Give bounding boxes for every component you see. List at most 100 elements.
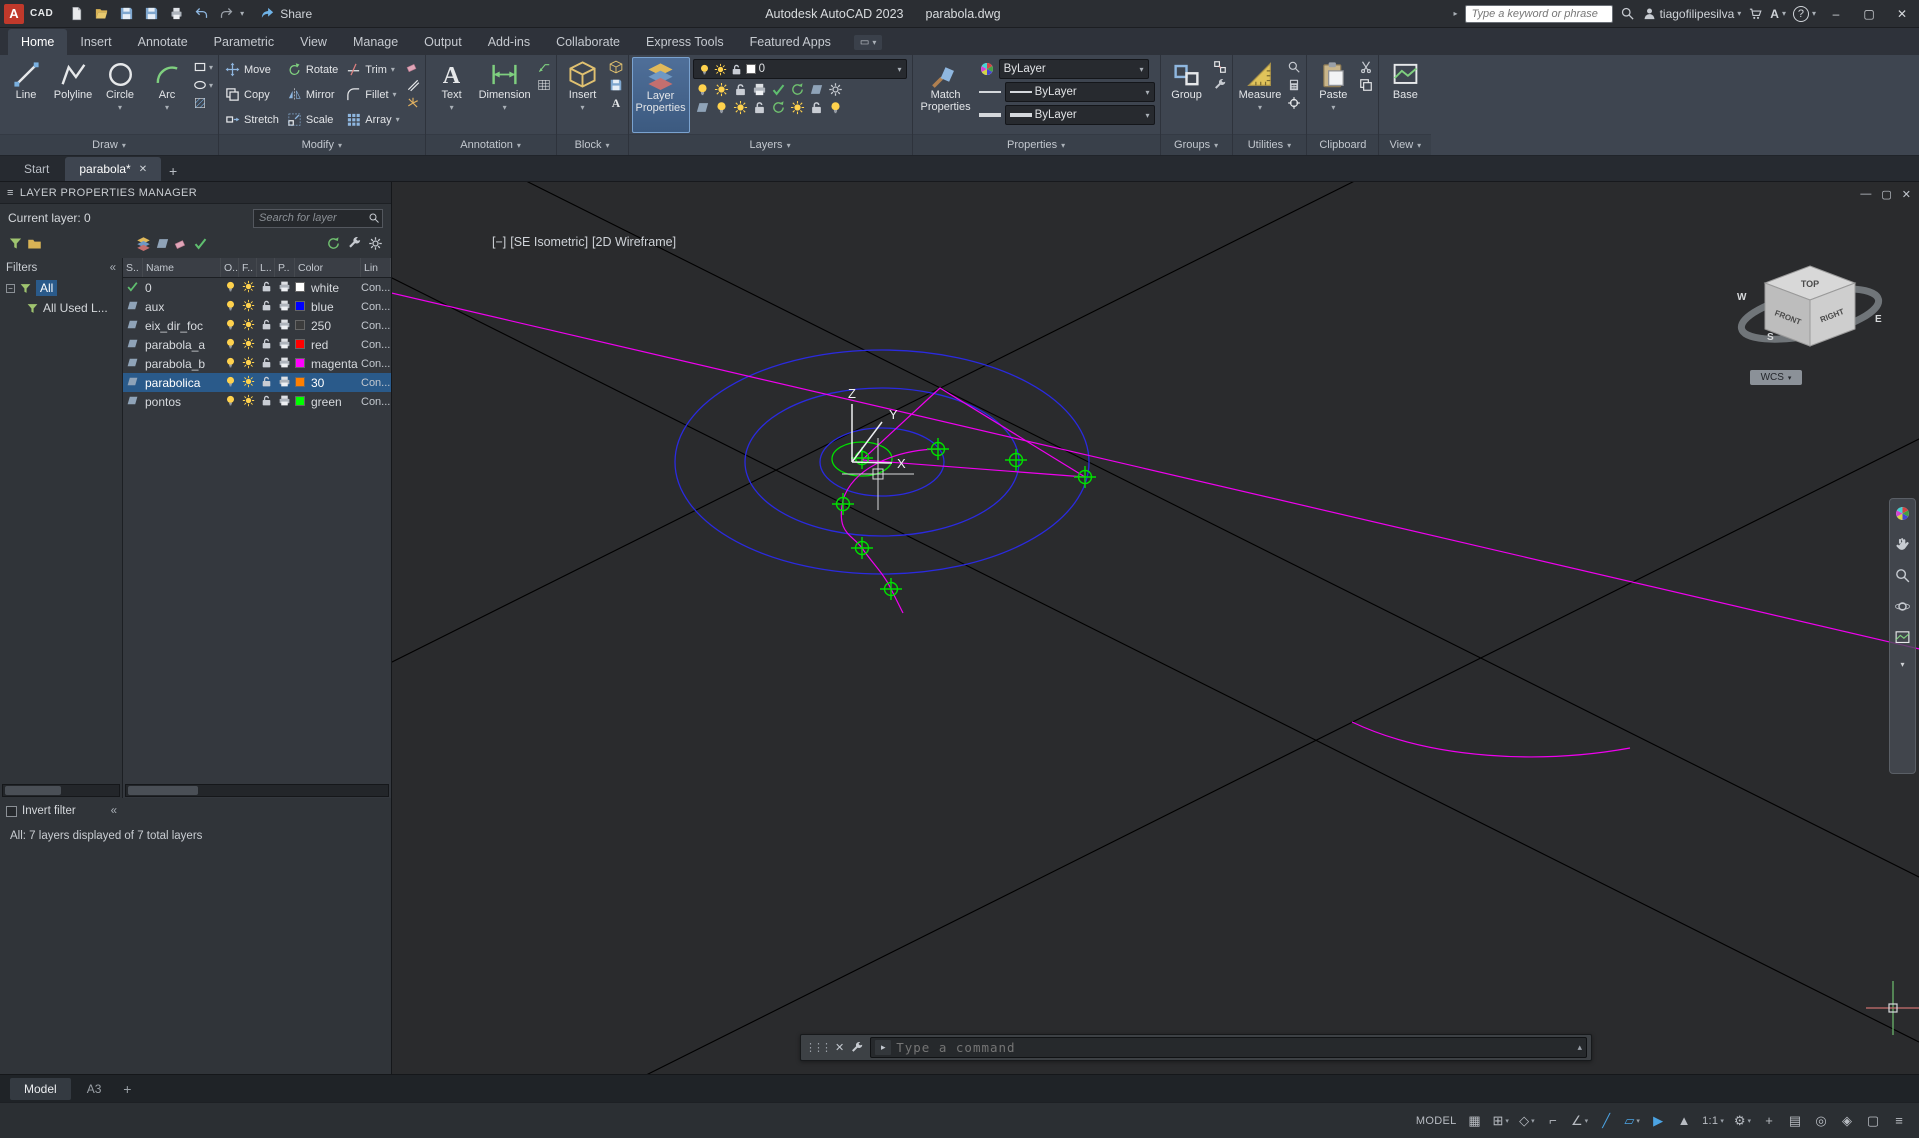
layer-tool-sun-icon[interactable] <box>714 82 729 97</box>
layer-plot-icon[interactable] <box>275 280 295 296</box>
zoom-icon[interactable] <box>1894 567 1911 584</box>
construction-lines[interactable] <box>392 182 1919 1074</box>
model-space-drawing[interactable]: Z Y X <box>392 182 1919 1074</box>
layer-tool-refresh-icon[interactable] <box>790 82 805 97</box>
statusbar-annotation-scale[interactable]: 1:1 ▾ <box>1698 1110 1728 1132</box>
layers-horizontal-scrollbar[interactable] <box>125 784 389 797</box>
viewcube-west-label[interactable]: W <box>1737 292 1747 303</box>
hatch-tool[interactable] <box>193 96 213 110</box>
doc-minimize-icon[interactable]: — <box>1860 188 1871 201</box>
layer-tool-sun-icon[interactable] <box>790 100 805 115</box>
layer-tool-printer-icon[interactable] <box>752 82 767 97</box>
point-marker[interactable] <box>1005 449 1027 471</box>
ribbon-tab-parametric[interactable]: Parametric <box>201 29 287 55</box>
layer-tool-refresh-icon[interactable] <box>771 100 786 115</box>
palette-menu-icon[interactable]: ≡ <box>7 187 14 199</box>
panel-label-annotation[interactable]: Annotation ▾ <box>425 134 556 155</box>
search-icon[interactable] <box>1620 6 1635 21</box>
write-block-tool[interactable] <box>609 78 623 92</box>
command-line[interactable]: ⋮⋮⋮ ✕ ▸ ▴ <box>800 1034 1592 1061</box>
collapse-bottom-icon[interactable]: « <box>111 805 117 817</box>
statusbar-add-scales[interactable]: + <box>1757 1110 1781 1132</box>
point-marker[interactable] <box>1074 466 1096 488</box>
rectangle-tool[interactable]: ▾ <box>193 60 213 74</box>
statusbar-quick-properties[interactable]: ▤ <box>1783 1110 1807 1132</box>
layer-select-combo[interactable]: 0 ▾ <box>692 59 907 79</box>
close-tab-icon[interactable]: ✕ <box>139 164 147 175</box>
quick-select-tool[interactable] <box>1287 60 1301 74</box>
layer-row-eix_dir_foc[interactable]: eix_dir_foc 250 Con... <box>123 316 391 335</box>
lineweight-combo[interactable]: ByLayer ▾ <box>1004 105 1155 125</box>
minimize-window-button[interactable]: – <box>1823 3 1849 25</box>
layer-tool-bulb-icon[interactable] <box>828 100 843 115</box>
viewcube-east-label[interactable]: E <box>1875 314 1882 325</box>
erase-tool[interactable] <box>406 60 420 74</box>
layer-tool-bulb-icon[interactable] <box>714 100 729 115</box>
autocad-logo-icon[interactable]: A <box>4 3 24 24</box>
layout-tab-model[interactable]: Model <box>10 1077 71 1100</box>
new-layer-button[interactable] <box>155 236 170 254</box>
group-edit-tool[interactable] <box>1213 78 1227 92</box>
autodesk-apps-button[interactable]: A ▾ <box>1770 7 1786 21</box>
layer-color-swatch[interactable] <box>295 300 305 311</box>
layer-plot-icon[interactable] <box>275 337 295 353</box>
group-tool[interactable]: Group <box>1164 57 1210 133</box>
layer-tool-lock-icon[interactable] <box>752 100 767 115</box>
color-wheel-icon[interactable] <box>979 61 995 77</box>
viewcube[interactable]: W S E TOP FRONT RIGHT WCS ▾ <box>1717 230 1907 398</box>
new-file-button[interactable] <box>65 3 87 25</box>
layer-on-icon[interactable] <box>221 394 239 410</box>
refresh-button[interactable] <box>326 236 341 254</box>
circle-tool[interactable]: Circle ▾ <box>97 57 143 133</box>
invert-filter-control[interactable]: Invert filter « <box>0 805 123 817</box>
statusbar-clean-screen[interactable]: ▢ <box>1861 1110 1885 1132</box>
layout-tab-a3[interactable]: A3 <box>73 1078 116 1100</box>
ribbon-tab-home[interactable]: Home <box>8 29 68 55</box>
palette-header[interactable]: ≡ LAYER PROPERTIES MANAGER <box>0 182 391 204</box>
pan-icon[interactable] <box>1894 536 1911 553</box>
copy-clip-tool[interactable] <box>1359 78 1373 92</box>
base-view-tool[interactable]: Base <box>1382 57 1428 133</box>
layer-tool-check-icon[interactable] <box>771 82 786 97</box>
layer-tool-lpar-icon[interactable] <box>809 82 824 97</box>
lineweight-icon[interactable] <box>978 113 1001 117</box>
layer-linetype[interactable]: Con... <box>361 301 391 313</box>
panel-label-clipboard[interactable]: Clipboard <box>1307 134 1379 155</box>
settings-button[interactable] <box>368 236 383 254</box>
panel-label-modify[interactable]: Modify ▾ <box>219 134 425 155</box>
layer-plot-icon[interactable] <box>275 318 295 334</box>
ribbon-tab-output[interactable]: Output <box>411 29 475 55</box>
array-tool[interactable]: Array ▾ <box>343 112 402 127</box>
doc-restore-icon[interactable]: ▢ <box>1881 188 1891 201</box>
collapse-filters-icon[interactable]: « <box>110 262 116 274</box>
layer-on-icon[interactable] <box>221 299 239 315</box>
layer-on-icon[interactable] <box>221 337 239 353</box>
layer-lock-icon[interactable] <box>257 299 275 315</box>
quick-calc-tool[interactable] <box>1287 78 1301 92</box>
doc-close-icon[interactable]: ✕ <box>1902 188 1911 201</box>
ribbon-tab-express-tools[interactable]: Express Tools <box>633 29 737 55</box>
layer-row-pontos[interactable]: pontos green Con... <box>123 392 391 411</box>
parabola-geometry[interactable] <box>392 292 1919 758</box>
layer-table-header[interactable]: S.. Name O.. F.. L.. P.. Color Lin <box>123 258 391 278</box>
qat-dropdown-icon[interactable]: ▾ <box>240 9 244 18</box>
statusbar-object-snap[interactable]: ▱ ▾ <box>1620 1110 1644 1132</box>
ungroup-tool[interactable] <box>1213 60 1227 74</box>
navigation-wheel-icon[interactable] <box>1894 505 1911 522</box>
layer-lock-icon[interactable] <box>257 394 275 410</box>
new-tab-button[interactable]: + <box>163 161 183 181</box>
layer-linetype[interactable]: Con... <box>361 282 391 294</box>
panel-label-draw[interactable]: Draw ▾ <box>0 134 219 155</box>
layer-lock-icon[interactable] <box>257 318 275 334</box>
layer-linetype[interactable]: Con... <box>361 320 391 332</box>
layer-lock-icon[interactable] <box>257 280 275 296</box>
panel-label-properties[interactable]: Properties ▾ <box>912 134 1160 155</box>
statusbar-isometric-drafting[interactable]: ◇ ▾ <box>1515 1110 1539 1132</box>
dimension-tool[interactable]: Dimension ▾ <box>476 57 534 133</box>
keyword-search-input[interactable] <box>1464 4 1613 23</box>
delete-layer-button[interactable] <box>174 236 189 254</box>
layer-freeze-icon[interactable] <box>239 375 257 391</box>
layer-tool-gear-icon[interactable] <box>828 82 843 97</box>
save-button[interactable] <box>115 3 137 25</box>
file-tab-start[interactable]: Start <box>10 157 63 181</box>
